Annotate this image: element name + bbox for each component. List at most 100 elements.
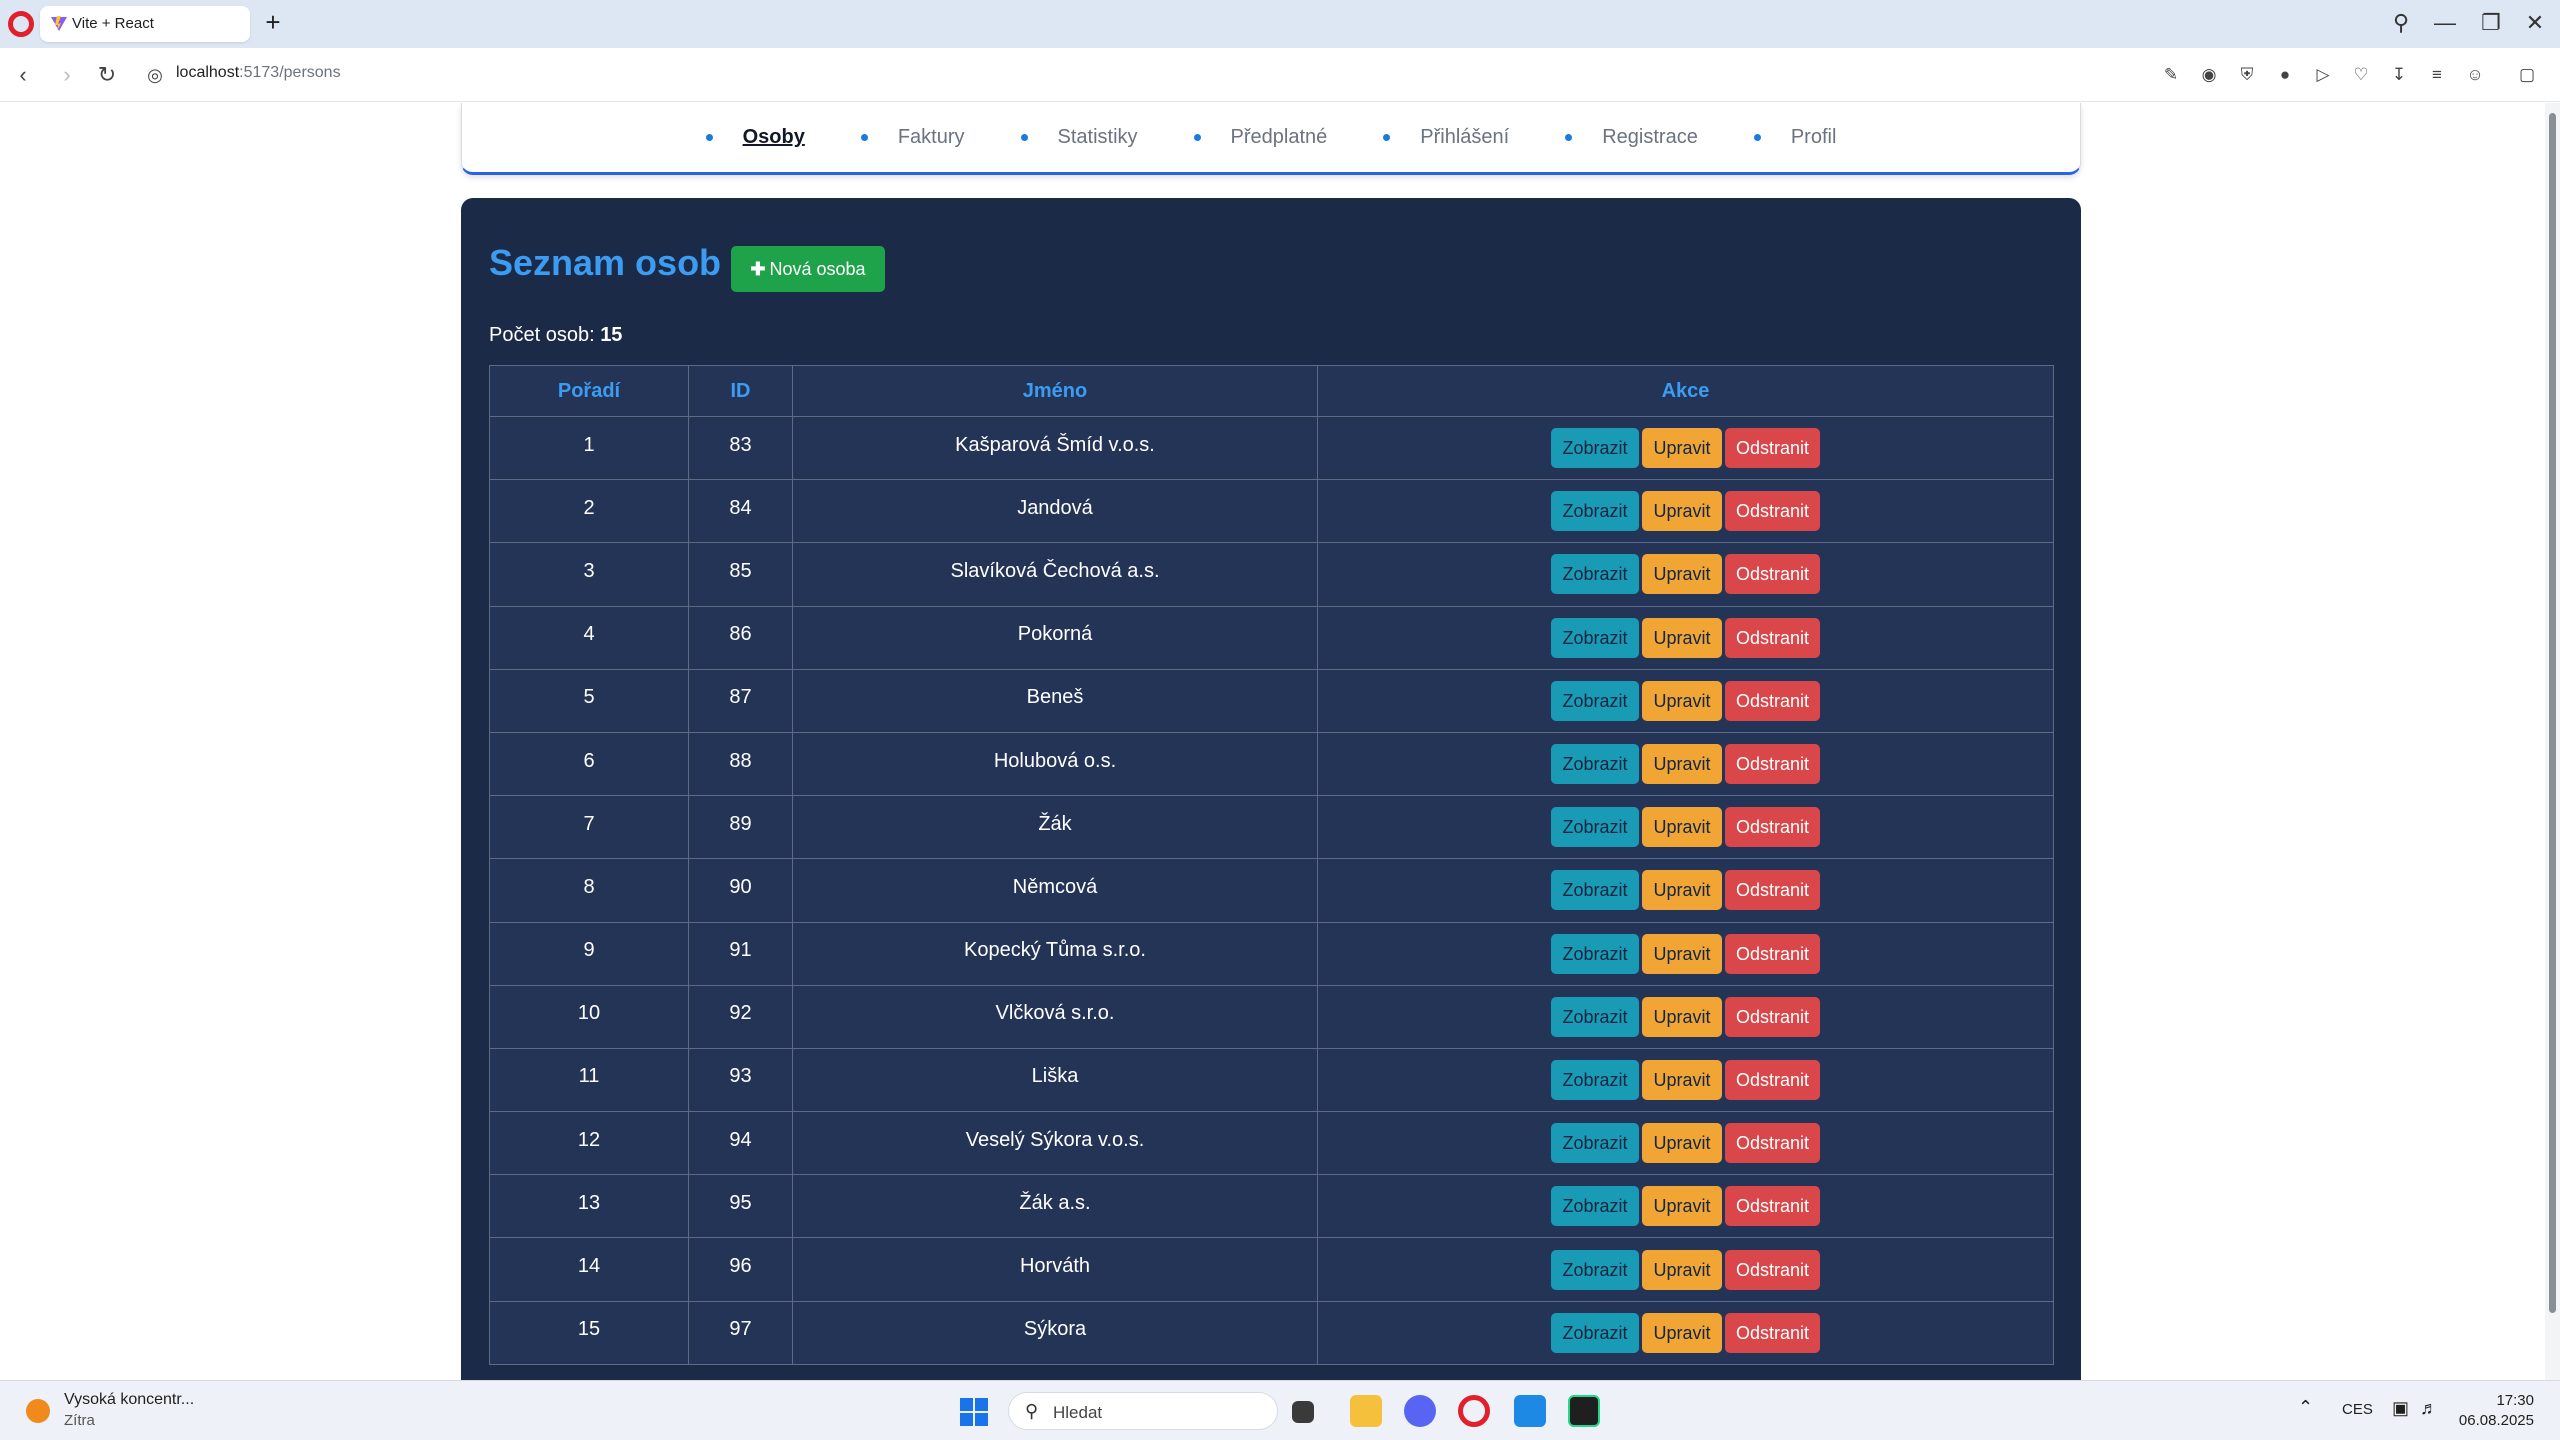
show-button[interactable]: Zobrazit [1551, 996, 1639, 1037]
opera-menu-icon[interactable] [8, 11, 34, 37]
column-header-order[interactable]: Pořadí [489, 365, 689, 417]
browser-tab[interactable]: Vite + React [40, 6, 250, 42]
show-button[interactable]: Zobrazit [1551, 1059, 1639, 1100]
file-explorer-icon[interactable] [1350, 1395, 1382, 1427]
site-info-icon[interactable]: ◎ [140, 60, 170, 90]
vpn-icon[interactable]: ● [2274, 64, 2296, 86]
pycharm-icon[interactable] [1568, 1395, 1600, 1427]
show-button[interactable]: Zobrazit [1551, 428, 1639, 469]
delete-button[interactable]: Odstranit [1725, 680, 1820, 721]
new-tab-button[interactable]: + [258, 8, 288, 38]
delete-button[interactable]: Odstranit [1725, 491, 1820, 532]
camera-icon[interactable]: ◉ [2198, 64, 2220, 86]
delete-button[interactable]: Odstranit [1725, 870, 1820, 911]
show-button[interactable]: Zobrazit [1551, 1186, 1639, 1227]
reload-icon[interactable]: ↻ [92, 60, 122, 90]
delete-button[interactable]: Odstranit [1725, 807, 1820, 848]
delete-button[interactable]: Odstranit [1725, 428, 1820, 469]
back-icon[interactable]: ‹ [8, 60, 38, 90]
network-icon[interactable]: ▣ [2392, 1398, 2409, 1419]
scroll-thumb[interactable] [2549, 113, 2556, 1313]
search-tabs-icon[interactable]: ⚲ [2384, 8, 2418, 38]
player-icon[interactable]: ▷ [2312, 64, 2334, 86]
edit-button[interactable]: Upravit [1642, 554, 1722, 595]
tray-chevron-icon[interactable]: ⌃ [2298, 1397, 2313, 1418]
edit-button[interactable]: Upravit [1642, 428, 1722, 469]
delete-button[interactable]: Odstranit [1725, 1186, 1820, 1227]
task-view-icon[interactable] [1292, 1401, 1314, 1423]
close-icon[interactable]: ✕ [2518, 8, 2552, 38]
delete-button[interactable]: Odstranit [1725, 1059, 1820, 1100]
edit-button[interactable]: Upravit [1642, 996, 1722, 1037]
minimize-icon[interactable]: — [2428, 8, 2462, 38]
row-actions: Zobrazit Upravit Odstranit [1318, 933, 2053, 974]
edit-button[interactable]: Upravit [1642, 491, 1722, 532]
extensions-icon[interactable]: ▢ [2516, 64, 2538, 86]
edit-button[interactable]: Upravit [1642, 1312, 1722, 1353]
delete-button[interactable]: Odstranit [1725, 933, 1820, 974]
delete-button[interactable]: Odstranit [1725, 1123, 1820, 1164]
taskbar-search[interactable]: ⚲ Hledat [1008, 1392, 1278, 1430]
profile-icon[interactable]: ☺ [2464, 64, 2486, 86]
edit-icon[interactable]: ✎ [2160, 64, 2182, 86]
nav-item-4[interactable]: Přihlášení [1383, 126, 1509, 149]
new-person-button[interactable]: ✚ Nová osoba [731, 246, 885, 292]
windows-start-icon[interactable] [960, 1398, 988, 1426]
nav-item-0[interactable]: Osoby [706, 126, 805, 149]
edit-button[interactable]: Upravit [1642, 1059, 1722, 1100]
delete-button[interactable]: Odstranit [1725, 617, 1820, 658]
show-button[interactable]: Zobrazit [1551, 617, 1639, 658]
show-button[interactable]: Zobrazit [1551, 807, 1639, 848]
volume-icon[interactable]: ♬ [2420, 1398, 2438, 1419]
show-button[interactable]: Zobrazit [1551, 1123, 1639, 1164]
column-header-name[interactable]: Jméno [792, 365, 1318, 417]
edit-button[interactable]: Upravit [1642, 1186, 1722, 1227]
show-button[interactable]: Zobrazit [1551, 1312, 1639, 1353]
opera-taskbar-icon[interactable] [1458, 1395, 1490, 1427]
cell-id: 90 [688, 858, 793, 923]
show-button[interactable]: Zobrazit [1551, 491, 1639, 532]
language-indicator[interactable]: CES [2342, 1401, 2373, 1418]
nav-item-6[interactable]: Profil [1754, 126, 1837, 149]
weather-icon[interactable] [26, 1399, 50, 1423]
shield-icon[interactable]: ⛨ [2236, 64, 2258, 86]
show-button[interactable]: Zobrazit [1551, 680, 1639, 721]
download-icon[interactable]: ↧ [2388, 64, 2410, 86]
cell-name: Sýkora [792, 1300, 1318, 1365]
forward-icon[interactable]: › [52, 60, 82, 90]
delete-button[interactable]: Odstranit [1725, 996, 1820, 1037]
edit-button[interactable]: Upravit [1642, 1249, 1722, 1290]
url-field[interactable]: localhost:5173/persons [176, 64, 341, 82]
edit-button[interactable]: Upravit [1642, 870, 1722, 911]
restore-icon[interactable]: ❐ [2474, 8, 2508, 38]
column-header-id[interactable]: ID [688, 365, 793, 417]
heart-icon[interactable]: ♡ [2350, 64, 2372, 86]
edit-button[interactable]: Upravit [1642, 933, 1722, 974]
nav-item-3[interactable]: Předplatné [1194, 126, 1328, 149]
edit-button[interactable]: Upravit [1642, 617, 1722, 658]
clock[interactable]: 17:30 06.08.2025 [2459, 1391, 2534, 1431]
delete-button[interactable]: Odstranit [1725, 744, 1820, 785]
menu-icon[interactable]: ≡ [2426, 64, 2448, 86]
show-button[interactable]: Zobrazit [1551, 933, 1639, 974]
show-button[interactable]: Zobrazit [1551, 1249, 1639, 1290]
vscode-icon[interactable] [1514, 1395, 1546, 1427]
delete-button[interactable]: Odstranit [1725, 554, 1820, 595]
edit-button[interactable]: Upravit [1642, 744, 1722, 785]
nav-item-2[interactable]: Statistiky [1021, 126, 1138, 149]
nav-item-1[interactable]: Faktury [861, 126, 965, 149]
page-scrollbar[interactable] [2545, 103, 2560, 1380]
delete-button[interactable]: Odstranit [1725, 1249, 1820, 1290]
edit-button[interactable]: Upravit [1642, 807, 1722, 848]
nav-item-5[interactable]: Registrace [1565, 126, 1698, 149]
show-button[interactable]: Zobrazit [1551, 554, 1639, 595]
edit-button[interactable]: Upravit [1642, 680, 1722, 721]
discord-icon[interactable] [1404, 1395, 1436, 1427]
weather-title[interactable]: Vysoká koncentr... [64, 1391, 194, 1409]
delete-button[interactable]: Odstranit [1725, 1312, 1820, 1353]
show-button[interactable]: Zobrazit [1551, 870, 1639, 911]
edit-button[interactable]: Upravit [1642, 1123, 1722, 1164]
show-button[interactable]: Zobrazit [1551, 744, 1639, 785]
table-row: 2 84 Jandová Zobrazit Upravit Odstranit [489, 479, 2054, 544]
cell-id: 83 [688, 415, 793, 481]
